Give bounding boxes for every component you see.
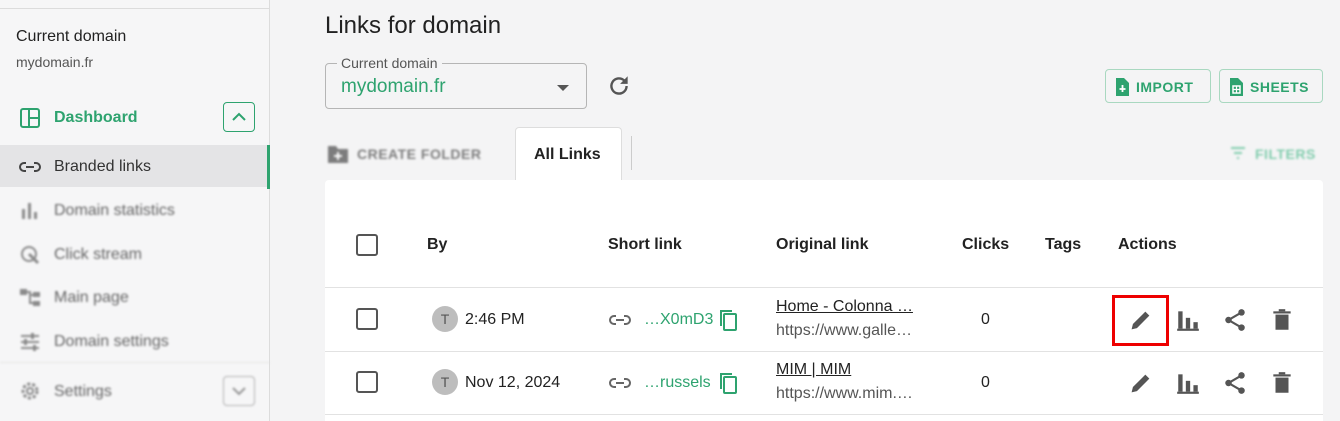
sidebar-item-dashboard[interactable]: Dashboard [0, 99, 269, 137]
import-button[interactable]: IMPORT [1105, 69, 1211, 103]
chevron-up-icon [232, 112, 246, 121]
sidebar-item-label: Click stream [54, 246, 143, 263]
tab-all-links-label: All Links [534, 146, 601, 163]
row-divider [325, 287, 1323, 288]
filter-icon [1231, 147, 1245, 159]
sidebar-item-settings-label: Settings [54, 383, 112, 400]
create-folder-button[interactable]: CREATE FOLDER [326, 140, 496, 168]
page-title: Links for domain [325, 12, 502, 39]
column-header-short-link: Short link [608, 236, 682, 253]
sidebar-item-click-stream[interactable]: Click stream [0, 233, 269, 275]
created-time: 2:46 PM [465, 311, 525, 328]
app: Current domain mydomain.fr Dashboard Bra… [0, 0, 1340, 421]
sheets-button-label: SHEETS [1250, 79, 1310, 95]
sidebar-top-divider [0, 0, 270, 9]
edit-icon[interactable] [1128, 370, 1154, 396]
column-header-original-link: Original link [776, 236, 869, 253]
dashboard-icon [20, 108, 40, 128]
row-checkbox[interactable] [356, 371, 378, 393]
refresh-icon[interactable] [606, 73, 632, 99]
sidebar: Current domain mydomain.fr Dashboard Bra… [0, 0, 270, 421]
clicks-count: 0 [981, 311, 990, 328]
statistics-icon[interactable] [1175, 307, 1201, 333]
sidebar-item-label: Branded links [54, 158, 151, 175]
column-header-by: By [427, 236, 448, 253]
column-header-actions: Actions [1118, 236, 1177, 253]
avatar: T [432, 369, 458, 395]
filters-button[interactable]: FILTERS [1228, 142, 1323, 166]
sitemap-icon [20, 289, 40, 306]
expand-settings-button[interactable] [223, 376, 255, 406]
folder-plus-icon [328, 146, 348, 163]
sidebar-item-domain-settings[interactable]: Domain settings [0, 320, 269, 362]
sidebar-item-label: Main page [54, 289, 129, 306]
original-link-url: https://www.galle… [776, 322, 913, 339]
avatar: T [432, 306, 458, 332]
click-stream-icon [21, 246, 40, 265]
domain-select-label: Current domain [337, 55, 442, 71]
row-divider [325, 351, 1323, 352]
edit-highlight-box [1112, 295, 1169, 346]
select-all-checkbox[interactable] [356, 234, 378, 256]
file-import-icon [1116, 78, 1129, 96]
statistics-icon[interactable] [1175, 370, 1201, 396]
collapse-dashboard-button[interactable] [223, 102, 255, 132]
clicks-count: 0 [981, 374, 990, 391]
domain-select-value: mydomain.fr [341, 76, 446, 97]
import-button-label: IMPORT [1136, 79, 1194, 95]
short-link[interactable]: …X0mD3 [644, 311, 713, 329]
sidebar-item-dashboard-label: Dashboard [54, 109, 138, 126]
original-link-title[interactable]: Home - Colonna … [776, 298, 926, 316]
original-link-title[interactable]: MIM | MIM [776, 361, 926, 379]
sidebar-item-settings[interactable]: Settings [0, 362, 270, 421]
delete-icon[interactable] [1269, 307, 1295, 333]
column-header-tags: Tags [1045, 236, 1082, 253]
row-divider [325, 414, 1323, 415]
domain-select[interactable]: Current domain mydomain.fr [325, 55, 587, 109]
tab-divider [631, 136, 632, 170]
gear-icon [21, 382, 39, 400]
chevron-down-icon [232, 387, 246, 396]
filters-label: FILTERS [1255, 146, 1316, 162]
sidebar-item-label: Domain settings [54, 333, 169, 350]
sheets-button[interactable]: SHEETS [1219, 69, 1323, 103]
current-domain-label: Current domain [16, 28, 127, 45]
link-icon [19, 162, 41, 172]
original-link-url: https://www.mim.… [776, 385, 913, 402]
created-date: Nov 12, 2024 [465, 374, 561, 391]
tab-all-links[interactable]: All Links [515, 127, 622, 180]
delete-icon[interactable] [1269, 370, 1295, 396]
link-icon [609, 378, 631, 388]
short-link[interactable]: …russels [644, 374, 711, 392]
bar-chart-icon [22, 203, 37, 219]
share-icon[interactable] [1222, 307, 1248, 333]
sidebar-item-branded-links[interactable]: Branded links [0, 145, 270, 189]
create-folder-label: CREATE FOLDER [357, 146, 482, 162]
sliders-icon [21, 333, 39, 351]
column-header-clicks: Clicks [962, 236, 1010, 253]
sidebar-item-label: Domain statistics [54, 202, 175, 219]
sheets-icon [1230, 78, 1243, 96]
sidebar-item-domain-statistics[interactable]: Domain statistics [0, 189, 269, 231]
sidebar-item-main-page[interactable]: Main page [0, 276, 269, 318]
dropdown-arrow-icon [557, 85, 569, 91]
copy-icon[interactable] [716, 307, 740, 333]
current-domain-value: mydomain.fr [16, 54, 94, 70]
link-icon [609, 315, 631, 325]
share-icon[interactable] [1222, 370, 1248, 396]
row-checkbox[interactable] [356, 308, 378, 330]
copy-icon[interactable] [716, 370, 740, 396]
